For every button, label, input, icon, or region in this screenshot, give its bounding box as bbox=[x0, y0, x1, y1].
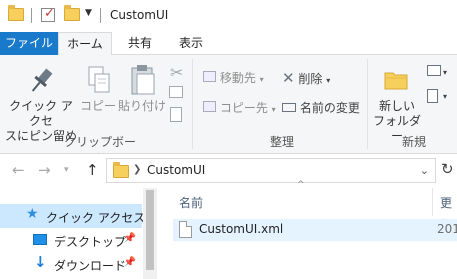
easy-access-icon[interactable] bbox=[427, 89, 438, 103]
group-divider bbox=[367, 59, 368, 149]
copy-to-icon bbox=[203, 101, 216, 112]
new-folder-icon bbox=[384, 72, 408, 90]
copy-button[interactable] bbox=[86, 65, 112, 100]
nav-item-label: デスクトップ bbox=[54, 235, 127, 249]
chevron-down-icon[interactable]: ▾ bbox=[443, 68, 447, 77]
forward-arrow-icon[interactable]: → bbox=[38, 161, 51, 179]
clipboard-icon bbox=[131, 65, 155, 95]
recent-locations-icon[interactable]: ▾ bbox=[64, 165, 69, 175]
address-bar[interactable]: ❯ CustomUI ⌄ bbox=[106, 158, 436, 183]
nav-item-label: ダウンロード bbox=[54, 259, 127, 273]
rename-label: 名前の変更 bbox=[299, 101, 360, 115]
copy-icon bbox=[88, 66, 110, 93]
nav-item-downloads[interactable]: ↓ ダウンロード 📌 bbox=[0, 252, 142, 276]
breadcrumb-chevron-icon[interactable]: ❯ bbox=[133, 164, 141, 175]
pushpin-icon bbox=[31, 68, 53, 92]
copy-label: コピー bbox=[80, 99, 117, 113]
pin-icon[interactable]: 📌 bbox=[124, 257, 136, 268]
copy-to-button[interactable]: コピー先 ▾ bbox=[203, 99, 276, 117]
file-name: CustomUI.xml bbox=[199, 222, 284, 236]
chevron-down-icon[interactable]: ▾ bbox=[443, 92, 447, 101]
group-divider bbox=[192, 59, 193, 149]
new-folder-button[interactable] bbox=[383, 67, 409, 96]
xml-file-icon bbox=[179, 221, 192, 238]
paste-button[interactable] bbox=[129, 63, 157, 100]
quick-access-dropdown-icon[interactable]: ▼ bbox=[85, 8, 92, 18]
cut-icon[interactable]: ✂ bbox=[170, 63, 183, 82]
delete-x-icon: ✕ bbox=[282, 69, 295, 87]
pin-icon[interactable]: 📌 bbox=[124, 233, 136, 244]
up-arrow-icon[interactable]: ↑ bbox=[86, 161, 99, 179]
column-header-modified[interactable]: 更新 bbox=[440, 192, 457, 232]
nav-item-quick-access[interactable]: ★ クイック アクセス bbox=[0, 204, 146, 228]
chevron-down-icon[interactable]: ⌄ bbox=[420, 164, 429, 177]
folder-icon bbox=[113, 162, 129, 178]
divider bbox=[31, 8, 32, 23]
address-area: ← → ▾ ↑ ❯ CustomUI ⌄ ↻ bbox=[0, 154, 457, 188]
desktop-icon bbox=[33, 234, 47, 245]
copy-to-label: コピー先 bbox=[219, 101, 268, 115]
chevron-down-icon: ▾ bbox=[271, 105, 276, 114]
download-icon: ↓ bbox=[34, 253, 47, 271]
star-icon: ★ bbox=[26, 206, 39, 222]
paste-label: 貼り付け bbox=[118, 99, 167, 113]
tab-share[interactable]: 共有 bbox=[118, 32, 162, 56]
refresh-icon[interactable]: ↻ bbox=[441, 160, 454, 178]
ribbon: クイック アクセ スにピン留め コピー 貼り付け ✂ クリップボード 移動先 ▾… bbox=[0, 55, 457, 166]
move-to-label: 移動先 bbox=[219, 71, 256, 85]
address-path[interactable]: CustomUI bbox=[147, 163, 205, 177]
new-group-label: 新規 bbox=[401, 135, 426, 149]
nav-item-desktop[interactable]: デスクトップ 📌 bbox=[0, 228, 142, 252]
title-bar: ▼ CustomUI bbox=[0, 0, 457, 32]
organize-group-label: 整理 bbox=[269, 135, 294, 149]
tab-file[interactable]: ファイル bbox=[0, 32, 58, 55]
sort-ascending-icon: ^ bbox=[297, 180, 305, 190]
rename-button[interactable]: 名前の変更 bbox=[282, 99, 360, 117]
delete-button[interactable]: ✕ 削除 ▾ bbox=[282, 69, 330, 87]
window-title: CustomUI bbox=[110, 8, 169, 22]
new-item-icon[interactable] bbox=[427, 65, 441, 76]
delete-label: 削除 bbox=[298, 72, 323, 86]
divider bbox=[100, 8, 101, 23]
properties-icon[interactable] bbox=[41, 6, 55, 22]
scrollbar-thumb[interactable] bbox=[146, 190, 154, 270]
move-to-icon bbox=[203, 71, 216, 82]
column-divider[interactable] bbox=[432, 188, 433, 216]
rename-icon bbox=[282, 103, 296, 112]
file-modified-date: 201 bbox=[437, 222, 457, 236]
folder-icon bbox=[8, 5, 24, 21]
column-header-name[interactable]: 名前 bbox=[179, 192, 203, 214]
table-row[interactable]: CustomUI.xml 201 bbox=[173, 219, 457, 241]
paste-shortcut-icon[interactable] bbox=[170, 107, 182, 122]
nav-scrollbar[interactable] bbox=[143, 188, 157, 279]
ribbon-tabs: ファイル ホーム 共有 表示 bbox=[0, 32, 457, 56]
move-to-button[interactable]: 移動先 ▾ bbox=[203, 69, 264, 87]
copy-path-icon[interactable] bbox=[169, 86, 183, 98]
back-arrow-icon[interactable]: ← bbox=[12, 161, 25, 179]
new-folder-quick-icon[interactable] bbox=[64, 5, 80, 21]
chevron-down-icon: ▾ bbox=[326, 76, 331, 85]
pin-to-quick-access-button[interactable] bbox=[28, 65, 54, 100]
tab-view[interactable]: 表示 bbox=[166, 32, 216, 56]
tab-home[interactable]: ホーム bbox=[58, 32, 112, 56]
nav-item-label: クイック アクセス bbox=[46, 211, 146, 225]
chevron-down-icon: ▾ bbox=[259, 75, 264, 84]
navigation-pane: ★ クイック アクセス デスクトップ 📌 ↓ ダウンロード 📌 bbox=[0, 188, 157, 279]
file-list: ^ 名前 更新 CustomUI.xml 201 bbox=[157, 180, 457, 279]
